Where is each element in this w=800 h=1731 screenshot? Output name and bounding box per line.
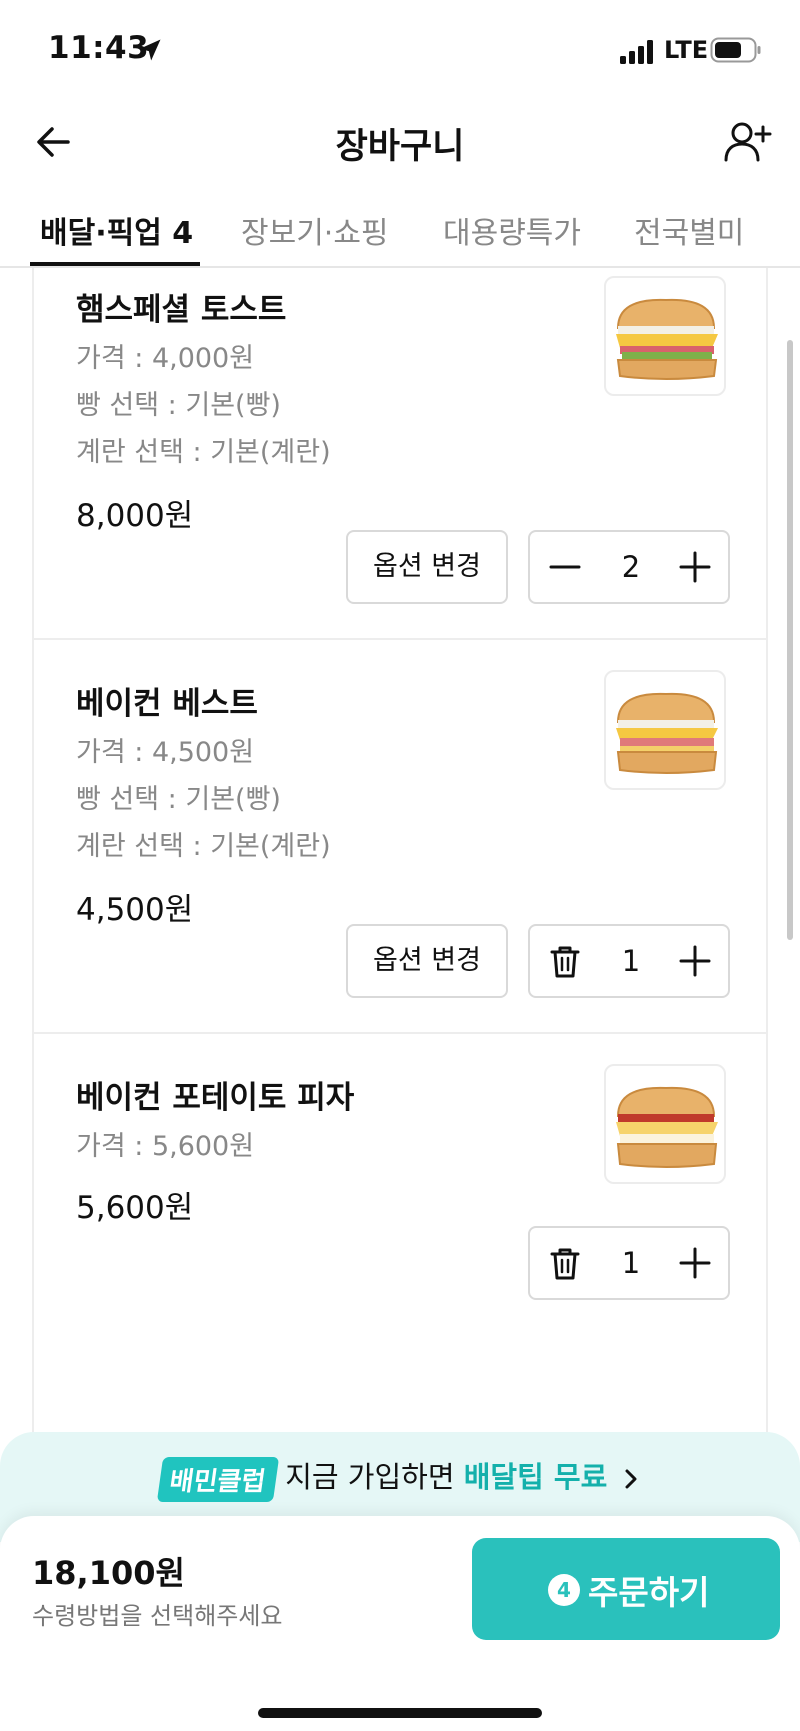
status-bar: 11:43 LTE (0, 0, 800, 100)
item-total-price: 8,000원 (76, 498, 194, 534)
quantity-value: 2 (621, 550, 641, 584)
battery-icon (710, 37, 761, 63)
change-options-button[interactable]: 옵션 변경 (346, 530, 508, 604)
location-arrow-icon (139, 39, 161, 61)
cart-item: 햄스페셜 토스트 가격 : 4,000원 빵 선택 : 기본(빵) 계란 선택 … (34, 268, 766, 640)
quantity-value: 1 (621, 944, 641, 978)
item-thumbnail (604, 1064, 726, 1184)
promo-badge: 배민클럽 (156, 1456, 279, 1502)
order-count-badge: 4 (548, 1574, 580, 1606)
item-name: 햄스페셜 토스트 (76, 292, 287, 328)
order-button[interactable]: 4 주문하기 (472, 1538, 780, 1640)
category-tabs: 배달·픽업 4 장보기·쇼핑 대용량특가 전국별미 (0, 190, 800, 268)
order-total: 18,100원 (32, 1554, 185, 1592)
item-option-text: 빵 선택 : 기본(빵) (76, 784, 281, 815)
plus-icon[interactable] (672, 1240, 718, 1286)
app-header: 장바구니 (0, 100, 800, 190)
change-options-button[interactable]: 옵션 변경 (346, 924, 508, 998)
promo-text: 지금 가입하면 (285, 1460, 455, 1494)
trash-icon[interactable] (542, 1240, 588, 1286)
scrollbar[interactable] (787, 340, 793, 940)
sandwich-image (616, 298, 718, 380)
pickup-method-hint: 수령방법을 선택해주세요 (32, 1602, 283, 1630)
item-option-text: 계란 선택 : 기본(계란) (76, 437, 331, 468)
tab-bulk-deals[interactable]: 대용량특가 (443, 208, 581, 252)
minus-icon[interactable] (542, 544, 588, 590)
item-total-price: 4,500원 (76, 892, 194, 928)
promo-highlight: 배달팁 무료 (463, 1460, 608, 1494)
item-option-text: 가격 : 4,500원 (76, 737, 255, 768)
cart-item: 베이컨 베스트 가격 : 4,500원 빵 선택 : 기본(빵) 계란 선택 :… (34, 640, 766, 1034)
sandwich-image (616, 692, 718, 774)
cart-item: 베이컨 포테이토 피자 가격 : 5,600원 5,600원 1 (34, 1034, 766, 1438)
sandwich-image (616, 1086, 718, 1168)
home-indicator (258, 1708, 542, 1718)
item-name: 베이컨 베스트 (76, 686, 258, 722)
active-tab-indicator (30, 262, 200, 266)
item-total-price: 5,600원 (76, 1190, 194, 1226)
item-name: 베이컨 포테이토 피자 (76, 1080, 355, 1116)
add-user-icon[interactable] (722, 118, 772, 166)
item-option-text: 가격 : 4,000원 (76, 343, 255, 374)
page-title: 장바구니 (335, 127, 465, 167)
tab-grocery-shopping[interactable]: 장보기·쇼핑 (241, 208, 389, 252)
network-label: LTE (664, 36, 709, 64)
plus-icon[interactable] (672, 938, 718, 984)
chevron-right-icon (625, 1469, 637, 1489)
plus-icon[interactable] (672, 544, 718, 590)
status-time: 11:43 (48, 30, 150, 66)
item-option-text: 빵 선택 : 기본(빵) (76, 390, 281, 421)
signal-icon (620, 40, 653, 64)
bottom-order-bar: 18,100원 수령방법을 선택해주세요 4 주문하기 (0, 1516, 800, 1731)
tab-delivery-pickup[interactable]: 배달·픽업 4 (40, 208, 193, 252)
item-option-text: 계란 선택 : 기본(계란) (76, 831, 331, 862)
trash-icon[interactable] (542, 938, 588, 984)
cart-item-list: 햄스페셜 토스트 가격 : 4,000원 빵 선택 : 기본(빵) 계란 선택 … (32, 268, 768, 1438)
order-button-label: 주문하기 (588, 1573, 710, 1612)
quantity-stepper: 1 (528, 924, 730, 998)
tab-regional-specialties[interactable]: 전국별미 (634, 208, 744, 252)
item-thumbnail (604, 670, 726, 790)
quantity-stepper: 2 (528, 530, 730, 604)
item-option-text: 가격 : 5,600원 (76, 1131, 255, 1162)
promo-row: 배민클럽 지금 가입하면 배달팁 무료 (0, 1454, 800, 1502)
item-thumbnail (604, 276, 726, 396)
quantity-stepper: 1 (528, 1226, 730, 1300)
quantity-value: 1 (621, 1246, 641, 1280)
